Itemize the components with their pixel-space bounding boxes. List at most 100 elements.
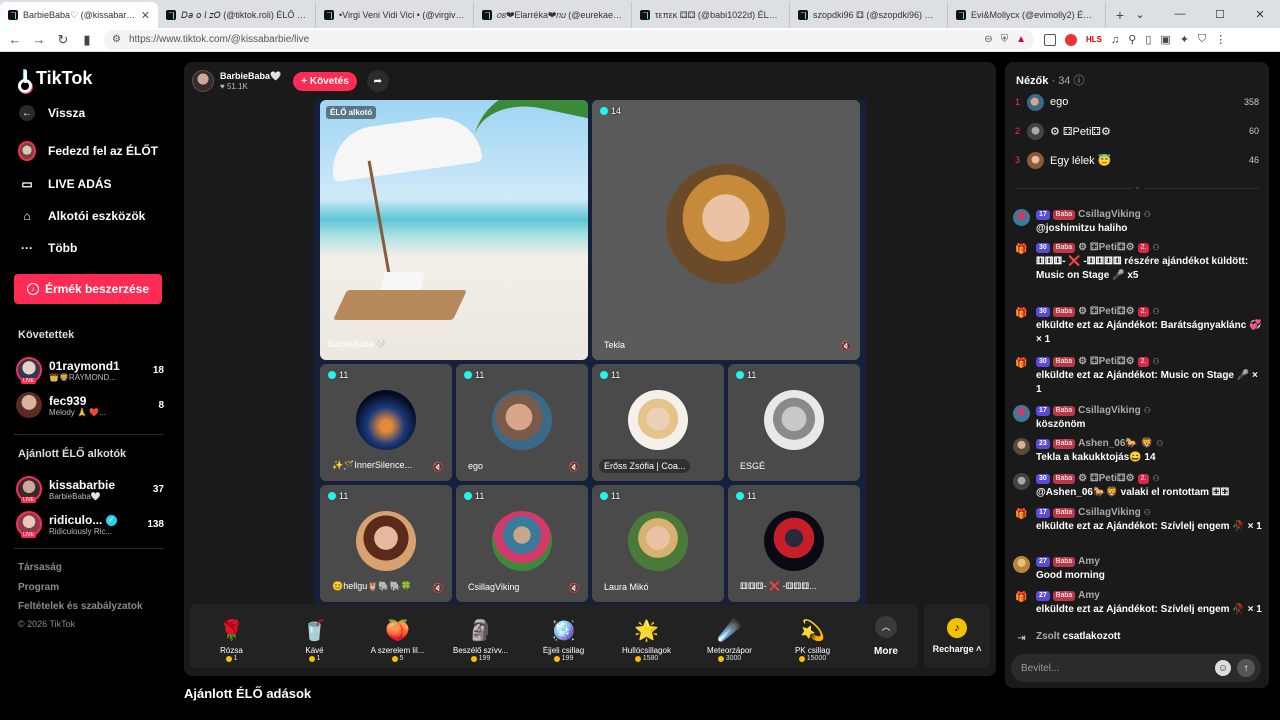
browser-tab[interactable]: BarbieBaba♡ (@kissabarbie) ✕ — [0, 2, 158, 28]
viewer-row[interactable]: 2 ⚙ ⚃Peti⚃⚙ 60 — [1015, 121, 1259, 141]
browser-tab[interactable]: 𝑜𝑠❤Elarréka❤𝑛𝑢 (@eurekaeureka) — [474, 2, 632, 28]
host-video-tile[interactable]: ÉLŐ alkotó BarbieBaba🤍 — [320, 100, 588, 360]
reload-icon[interactable]: ↻ — [56, 32, 70, 48]
get-coins-button[interactable]: ♪ Érmék beszerzése — [14, 274, 162, 304]
recommended-account[interactable]: LIVE kissabarbie BarbieBaba🤍 37 — [16, 474, 164, 504]
gift-item[interactable]: 🥤 Kávé 1 — [273, 604, 356, 668]
emoji-icon[interactable]: ☺ — [1215, 660, 1231, 676]
gift-item[interactable]: 🪩 Éjjeli csillag 199 — [522, 604, 605, 668]
url-text[interactable]: https://www.tiktok.com/@kissabarbie/live — [129, 34, 976, 45]
following-account[interactable]: fec939 Melody 🙏 ❤️... 8 — [16, 390, 164, 420]
tiktok-favicon-icon — [640, 10, 650, 20]
extension-icon[interactable]: ♫ — [1111, 34, 1119, 46]
wallet-icon[interactable]: ▣ — [1160, 33, 1170, 46]
guest-tile[interactable]: 11 Laura Mikó — [592, 485, 724, 602]
chat-input[interactable] — [1021, 662, 1209, 674]
avatar[interactable] — [1013, 405, 1030, 422]
back-link[interactable]: ← Vissza — [18, 104, 85, 122]
tab-search-icon[interactable]: ⌄ — [1120, 0, 1160, 28]
host-name[interactable]: BarbieBaba🤍 — [220, 71, 281, 82]
sidebar-item-more[interactable]: ··· Több — [18, 239, 77, 257]
avatar[interactable] — [1013, 556, 1030, 573]
tile-name: Tekla — [604, 340, 626, 350]
more-gifts-button[interactable]: ︿ More — [854, 604, 918, 668]
browser-tab[interactable]: •Virgi Veni Vidi Vici • (@virgivenivici) — [316, 2, 474, 28]
sidebar-item-explore-live[interactable]: Fedezd fel az ÉLŐT — [18, 141, 158, 161]
chevron-down-icon[interactable]: ⌄ — [1131, 182, 1144, 191]
browser-tab[interactable]: Evi&Mollycx (@evimolly2) ÉLŐ adás — [948, 2, 1106, 28]
hls-extension-icon[interactable]: HLS — [1086, 35, 1102, 44]
minimize-icon[interactable]: — — [1160, 0, 1200, 28]
gift-item[interactable]: 🍑 A szerelem lil... 5 — [356, 604, 439, 668]
guest-tile[interactable]: 11 CsillagViking 🔇 — [456, 485, 588, 602]
guest-tile[interactable]: 11 ✨🪄InnerSilence... 🔇 — [320, 364, 452, 481]
forward-arrow-icon[interactable]: → — [32, 32, 46, 47]
gift-item[interactable]: 🌟 Hullócsillagok 1580 — [605, 604, 688, 668]
viewer-row[interactable]: 1 ego 358 — [1015, 92, 1259, 112]
recommended-account[interactable]: LIVE ridiculo... ✓ Ridiculously Ric... 13… — [16, 509, 164, 539]
menu-icon[interactable]: ⋮ — [1215, 33, 1226, 46]
sidebar-item-go-live[interactable]: ▭ LIVE ADÁS — [18, 175, 111, 193]
extension-icon[interactable] — [1065, 33, 1077, 46]
recharge-button[interactable]: ♪ Recharge ˄ — [924, 604, 990, 668]
browser-tab[interactable]: szopdki96 ⚃ (@szopdki96) ÉLŐ adás — [790, 2, 948, 28]
coin-icon: ♪ — [947, 618, 967, 638]
extension-icon[interactable] — [1044, 33, 1056, 46]
extension-icon[interactable]: ⚲ — [1128, 33, 1136, 46]
avatar: LIVE — [16, 511, 42, 538]
ai-icon[interactable]: ✦ — [1180, 33, 1189, 46]
guest-tile[interactable]: 14 Tekla 🔇 — [592, 100, 860, 360]
zoom-icon[interactable]: ⊖ — [984, 34, 992, 45]
guest-tile[interactable]: 11 ESGÉ — [728, 364, 860, 481]
avatar[interactable] — [1013, 438, 1030, 455]
follow-button[interactable]: + Követés — [293, 71, 357, 91]
info-icon[interactable]: ⓘ — [1074, 75, 1085, 87]
footer-link-company[interactable]: Társaság — [18, 562, 62, 573]
host-avatar[interactable] — [192, 70, 214, 92]
guest-avatar — [356, 389, 416, 450]
viewer-dot-icon — [736, 492, 744, 500]
chat-message: 30 Baba ⚙ ⚃Peti⚃⚙ 2. ⚇ @Ashen_06🐎🦁 valaki el … — [1013, 472, 1263, 500]
guest-avatar — [492, 510, 552, 571]
guest-tile[interactable]: 11 😊hellgu🦉🐘🐘🍀 🔇 — [320, 485, 452, 602]
tiktok-logo[interactable]: TikTok — [18, 68, 92, 93]
back-arrow-icon: ← — [19, 105, 35, 121]
viewer-dot-icon — [464, 371, 472, 379]
maximize-icon[interactable]: ☐ — [1200, 0, 1240, 28]
tiktok-favicon-icon — [8, 10, 18, 20]
site-settings-icon[interactable]: ⚙ — [112, 34, 121, 45]
brave-shield-icon[interactable]: ⛨ — [1001, 34, 1009, 45]
sidebar-item-creator-tools[interactable]: ⌂ Alkotói eszközök — [18, 207, 145, 225]
close-window-icon[interactable]: ✕ — [1240, 0, 1280, 28]
viewer-row[interactable]: 3 Egy lélek 😇 46 — [1015, 150, 1259, 170]
gift-item[interactable]: 💫 PK csillag 15000 — [771, 604, 854, 668]
rewards-icon[interactable]: ▲ — [1016, 34, 1026, 45]
gift-item[interactable]: 🌹 Rózsa 1 — [190, 604, 273, 668]
gift-item[interactable]: ☄️ Meteorzápor 3000 — [688, 604, 771, 668]
browser-tab[interactable]: τεπεκ ⚃⚃ (@babi1022d) ÉLŐ adás — [632, 2, 790, 28]
close-tab-icon[interactable]: ✕ — [141, 9, 150, 22]
share-icon[interactable]: ➦ — [366, 70, 389, 92]
gift-icon: 🎁 — [1015, 592, 1028, 603]
browser-tab[interactable]: 𝘋𝘢 𝘰 𝘭 𝘻𝘖 (@tiktok.roli) ÉLŐ adás — [158, 2, 316, 28]
gift-item[interactable]: 🗿 Beszélő szívv... 199 — [439, 604, 522, 668]
rose-icon: 🌹 — [219, 620, 244, 642]
send-icon[interactable]: ↑ — [1237, 659, 1255, 677]
viewers-header[interactable]: Nézők · 34 ⓘ — [1016, 72, 1085, 88]
footer-link-program[interactable]: Program — [18, 582, 59, 593]
more-dots-icon: ··· — [21, 241, 33, 255]
vpn-icon[interactable]: ⛉ — [1198, 33, 1206, 46]
address-bar[interactable]: ⚙ https://www.tiktok.com/@kissabarbie/li… — [104, 29, 1034, 50]
avatar[interactable] — [1013, 473, 1030, 490]
guest-avatar — [764, 510, 824, 571]
avatar[interactable] — [1013, 209, 1030, 226]
guest-tile[interactable]: 11 ⚅⚅⚅- ❌ -⚅⚅⚅... — [728, 485, 860, 602]
back-arrow-icon[interactable]: ← — [8, 32, 22, 47]
bookmark-icon[interactable]: ▮ — [80, 32, 94, 48]
shooting-star-icon: 🌟 — [634, 620, 659, 642]
sidebar-icon[interactable]: ▯ — [1145, 33, 1151, 46]
footer-link-terms[interactable]: Feltételek és szabályzatok — [18, 601, 143, 612]
following-account[interactable]: LIVE 01raymond1 👑🦁RAYMOND... 18 — [16, 355, 164, 385]
guest-tile[interactable]: 11 ego 🔇 — [456, 364, 588, 481]
guest-tile[interactable]: 11 Erőss Zsófia | Coa... — [592, 364, 724, 481]
